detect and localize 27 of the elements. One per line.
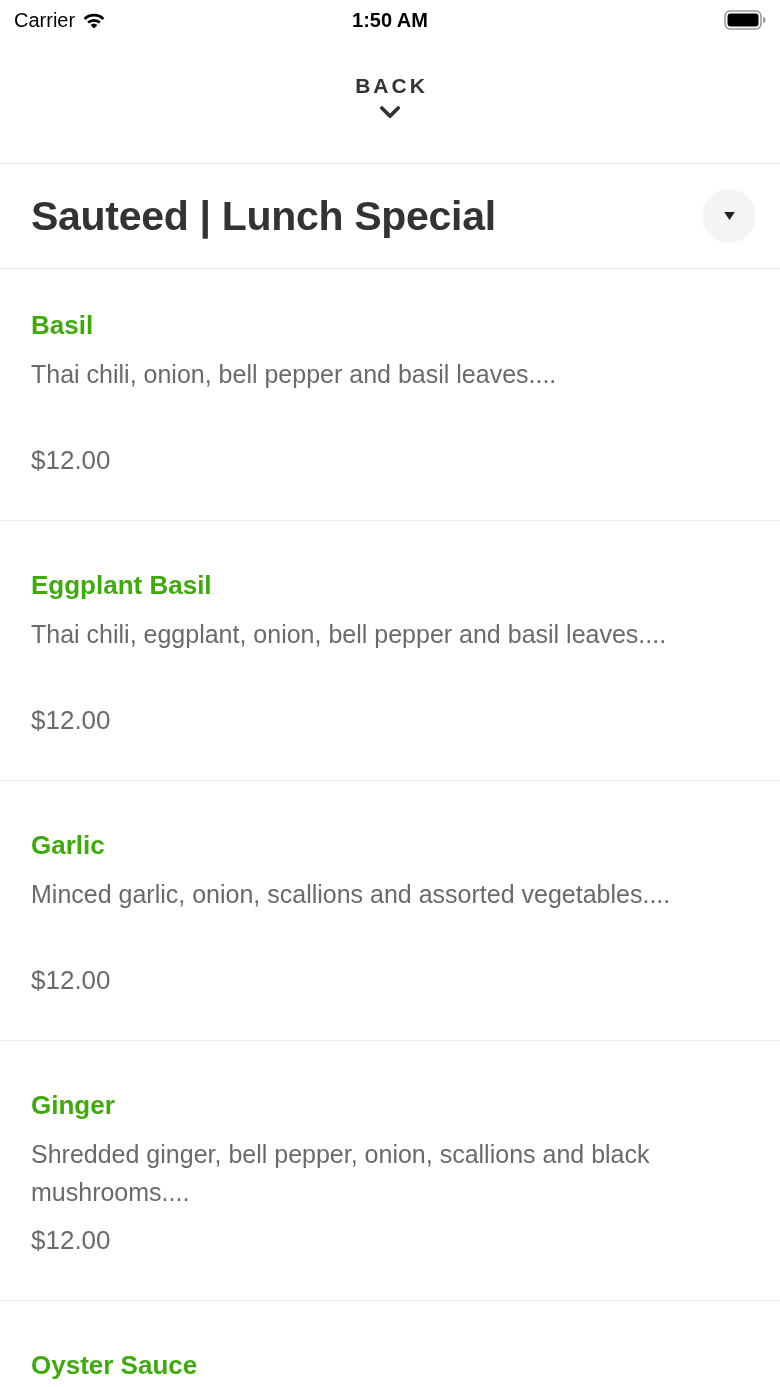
item-name: Eggplant Basil xyxy=(31,569,213,602)
chevron-down-icon xyxy=(380,106,400,119)
item-name: Garlic xyxy=(31,829,106,862)
menu-item[interactable]: Garlic Minced garlic, onion, scallions and assorted vegetables.... $12.00 xyxy=(0,781,780,1041)
item-description: Shredded ginger, bell pepper, onion, scallions and black mushrooms.... xyxy=(31,1139,651,1208)
menu-item[interactable]: Oyster Sauce xyxy=(0,1301,780,1387)
item-price: $12.00 xyxy=(31,704,112,737)
menu-item[interactable]: Basil Thai chili, onion, bell pepper and basil leaves.... $12.00 xyxy=(0,269,780,521)
menu-item[interactable]: Ginger Shredded ginger, bell pepper, onion, scallions and black mushrooms.... $12.00 xyxy=(0,1041,780,1301)
battery-icon xyxy=(724,10,766,30)
item-name: Oyster Sauce xyxy=(31,1349,199,1382)
item-description: Thai chili, eggplant, onion, bell pepper and basil leaves.... xyxy=(31,619,668,650)
item-description: Minced garlic, onion, scallions and assorted vegetables.... xyxy=(31,879,672,910)
wifi-icon xyxy=(82,11,107,29)
item-name: Ginger xyxy=(31,1089,116,1122)
status-time: 1:50 AM xyxy=(352,8,428,32)
carrier-name: Carrier xyxy=(14,8,76,32)
item-description: Thai chili, onion, bell pepper and basil leaves.... xyxy=(31,359,558,390)
item-price: $12.00 xyxy=(31,1224,112,1257)
category-title: Sauteed | Lunch Special xyxy=(31,192,496,240)
item-name: Basil xyxy=(31,309,95,342)
dropdown-button[interactable] xyxy=(703,190,755,242)
menu-item[interactable]: Eggplant Basil Thai chili, eggplant, onion, bell pepper and basil leaves.... $12.00 xyxy=(0,521,780,781)
caret-down-icon xyxy=(723,212,735,220)
item-price: $12.00 xyxy=(31,964,112,997)
back-button[interactable]: BACK xyxy=(353,74,427,119)
item-price: $12.00 xyxy=(31,444,112,477)
